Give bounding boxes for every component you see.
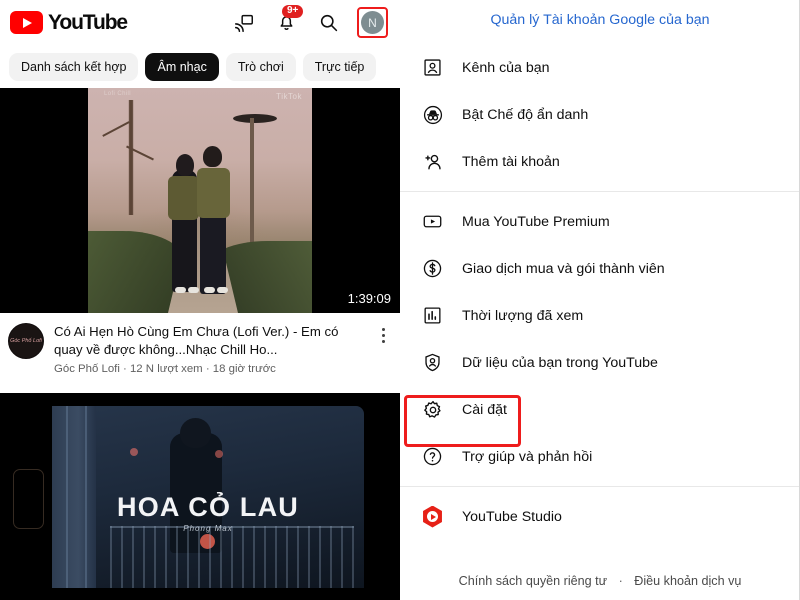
notification-badge: 9+ xyxy=(282,4,304,18)
menu-item-help[interactable]: Trợ giúp và phản hồi xyxy=(400,433,800,480)
menu-label: YouTube Studio xyxy=(462,508,562,525)
youtube-play-badge-icon xyxy=(10,11,43,34)
partial-card-outline xyxy=(13,469,44,529)
play-box-icon xyxy=(420,209,445,234)
menu-label: Giao dịch mua và gói thành viên xyxy=(462,260,665,277)
street-lamp-pole xyxy=(250,118,254,246)
footer-separator: · xyxy=(618,574,623,588)
menu-item-settings[interactable]: Cài đặt xyxy=(400,386,800,433)
help-circle-icon xyxy=(420,444,445,469)
footer-links: Chính sách quyền riêng tư · Điều khoản d… xyxy=(400,574,800,588)
person-silhouette-head xyxy=(180,418,211,448)
account-menu-panel: Quản lý Tài khoản Google của bạn Kênh củ… xyxy=(400,0,800,600)
menu-label: Trợ giúp và phản hồi xyxy=(462,448,593,465)
thumbnail-image-night: HOA CỎ LAU Phong Max xyxy=(52,406,364,588)
person-add-icon xyxy=(420,149,445,174)
thumbnail-image-couple: Lofi Chill TikTok xyxy=(88,88,312,313)
video-duration-badge: 1:39:09 xyxy=(347,291,391,306)
incognito-icon xyxy=(420,102,445,127)
menu-label: Kênh của bạn xyxy=(462,59,550,76)
menu-group-studio: YouTube Studio xyxy=(400,493,800,540)
chip-am-nhac[interactable]: Âm nhạc xyxy=(145,52,219,81)
chip-danh-sach-ket-hop[interactable]: Danh sách kết hợp xyxy=(9,52,139,81)
bokeh-light-1 xyxy=(130,448,138,456)
menu-label: Cài đặt xyxy=(462,401,507,418)
menu-item-your-data[interactable]: Dữ liệu của bạn trong YouTube xyxy=(400,339,800,386)
video-feed: Lofi Chill TikTok 1:39:09 Góc Phố Lofi C… xyxy=(0,88,400,600)
menu-label: Mua YouTube Premium xyxy=(462,213,610,230)
privacy-policy-link[interactable]: Chính sách quyền riêng tư xyxy=(459,574,607,588)
search-icon[interactable] xyxy=(315,10,341,36)
shoe-2 xyxy=(188,287,199,293)
person-left-head xyxy=(176,154,194,176)
dollar-circle-icon xyxy=(420,256,445,281)
header-actions: 9+ N xyxy=(231,4,392,38)
menu-group-account: Kênh của bạn Bật Chế độ ẩn danh Thêm tài… xyxy=(400,44,800,185)
bokeh-light-2 xyxy=(215,450,223,458)
menu-item-your-channel[interactable]: Kênh của bạn xyxy=(400,44,800,91)
thumbnail-watermark: TikTok xyxy=(276,92,302,101)
video-meta-row: Góc Phố Lofi Có Ai Hẹn Hò Cùng Em Chưa (… xyxy=(0,313,400,393)
menu-label: Dữ liệu của bạn trong YouTube xyxy=(462,354,658,371)
avatar[interactable]: N xyxy=(361,11,384,34)
app-screen: YouTube 9+ N Danh sách kết hợp Âm nhạc T… xyxy=(0,0,800,600)
terms-of-service-link[interactable]: Điều khoản dịch vụ xyxy=(634,574,741,588)
video-title[interactable]: Có Ai Hẹn Hò Cùng Em Chưa (Lofi Ver.) - … xyxy=(54,323,364,358)
youtube-studio-icon xyxy=(420,504,445,529)
menu-label: Thêm tài khoản xyxy=(462,153,560,170)
thumbnail-bottom-artist: Phong Max xyxy=(183,524,233,533)
balcony-railing xyxy=(110,526,354,588)
shoe-3 xyxy=(204,287,215,293)
person-left-coat xyxy=(168,176,199,220)
thumbnail-watermark-left: Lofi Chill xyxy=(104,91,132,97)
menu-item-add-account[interactable]: Thêm tài khoản xyxy=(400,138,800,185)
channel-avatar[interactable]: Góc Phố Lofi xyxy=(8,323,44,359)
person-right-coat xyxy=(197,168,230,218)
menu-item-purchases[interactable]: Giao dịch mua và gói thành viên xyxy=(400,245,800,292)
video-thumbnail-top[interactable]: Lofi Chill TikTok 1:39:09 xyxy=(0,88,400,313)
youtube-logo[interactable]: YouTube xyxy=(10,10,128,35)
street-lamp-head xyxy=(233,114,277,123)
chip-tro-choi[interactable]: Trò chơi xyxy=(225,52,296,81)
account-box-icon xyxy=(420,55,445,80)
menu-item-youtube-studio[interactable]: YouTube Studio xyxy=(400,493,800,540)
shield-person-icon xyxy=(420,350,445,375)
hedge-left xyxy=(88,231,183,313)
person-right-head xyxy=(203,146,222,167)
menu-item-incognito[interactable]: Bật Chế độ ẩn danh xyxy=(400,91,800,138)
video-thumbnail-bottom[interactable]: HOA CỎ LAU Phong Max xyxy=(0,393,400,588)
shoe-1 xyxy=(175,287,186,293)
cast-icon[interactable] xyxy=(231,10,257,36)
video-subtitle: Góc Phố Lofi · 12 N lượt xem · 18 giờ tr… xyxy=(54,363,276,376)
gear-icon xyxy=(420,397,445,422)
menu-divider-1 xyxy=(400,191,800,192)
menu-label: Thời lượng đã xem xyxy=(462,307,584,324)
menu-divider-2 xyxy=(400,486,800,487)
menu-item-time-watched[interactable]: Thời lượng đã xem xyxy=(400,292,800,339)
menu-group-services: Mua YouTube Premium Giao dịch mua và gói… xyxy=(400,198,800,480)
tree-decoration xyxy=(105,100,157,215)
shoe-4 xyxy=(217,287,228,293)
category-chips: Danh sách kết hợp Âm nhạc Trò chơi Trực … xyxy=(0,45,400,88)
bar-chart-icon xyxy=(420,303,445,328)
menu-label: Bật Chế độ ẩn danh xyxy=(462,106,589,123)
chip-truc-tiep[interactable]: Trực tiếp xyxy=(302,52,377,81)
thumbnail-bottom-title: HOA CỎ LAU xyxy=(117,492,299,522)
youtube-home-panel: YouTube 9+ N Danh sách kết hợp Âm nhạc T… xyxy=(0,0,400,600)
youtube-logo-text: YouTube xyxy=(48,10,128,34)
youtube-header: YouTube 9+ N xyxy=(0,0,400,45)
account-avatar-highlight: N xyxy=(357,7,388,38)
kebab-menu-icon[interactable] xyxy=(374,323,392,343)
notifications-bell-icon[interactable]: 9+ xyxy=(273,4,304,36)
menu-item-premium[interactable]: Mua YouTube Premium xyxy=(400,198,800,245)
manage-google-account-link[interactable]: Quản lý Tài khoản Google của bạn xyxy=(400,0,800,44)
video-text-block: Có Ai Hẹn Hò Cùng Em Chưa (Lofi Ver.) - … xyxy=(54,323,364,375)
